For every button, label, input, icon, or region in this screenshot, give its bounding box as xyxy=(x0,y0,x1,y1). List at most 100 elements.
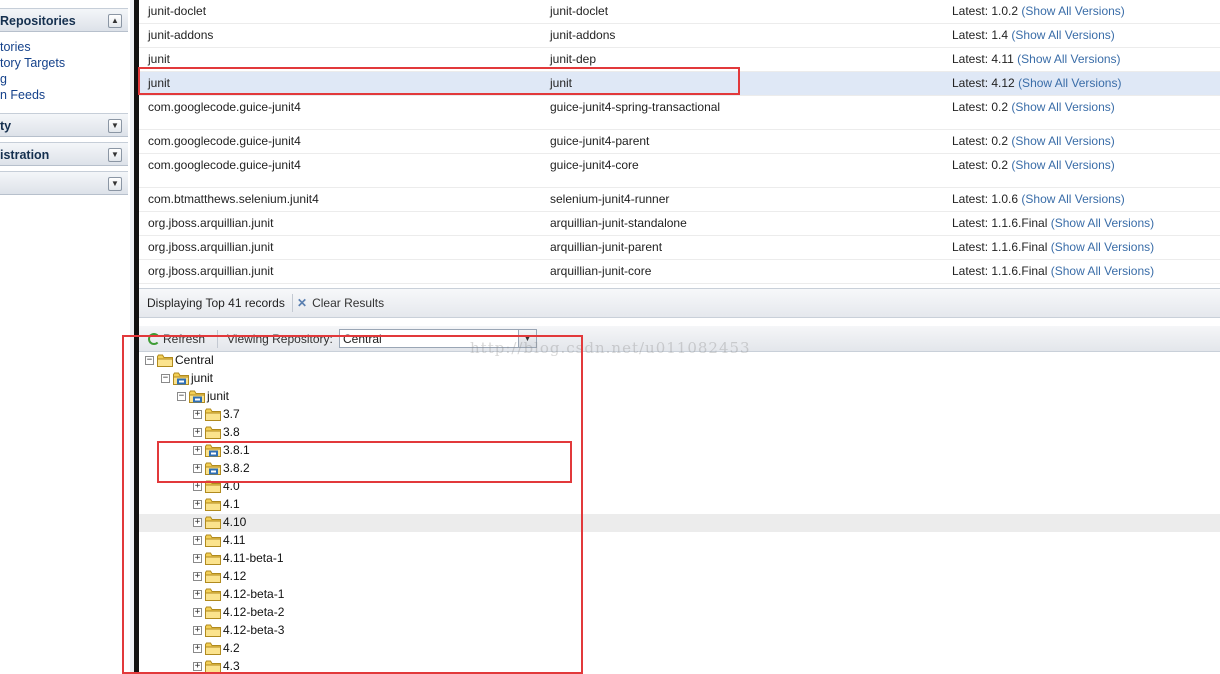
nav-link-repository-targets[interactable]: tory Targets xyxy=(0,56,65,70)
table-row[interactable]: org.jboss.arquillian.junit arquillian-jun… xyxy=(139,236,1220,260)
show-all-versions-link[interactable]: (Show All Versions) xyxy=(1017,52,1120,66)
expand-icon[interactable]: + xyxy=(193,572,202,581)
tree-node[interactable]: +4.1 xyxy=(139,496,1220,514)
show-all-versions-link[interactable]: (Show All Versions) xyxy=(1011,134,1114,148)
tree-node-label[interactable]: 4.11 xyxy=(223,533,245,547)
tree-node[interactable]: +3.8.2 xyxy=(139,460,1220,478)
tree-node-label[interactable]: 3.7 xyxy=(223,407,240,421)
show-all-versions-link[interactable]: (Show All Versions) xyxy=(1011,158,1114,172)
collapsed-section-header[interactable]: ▼ xyxy=(0,171,128,195)
nav-link-repositories[interactable]: tories xyxy=(0,40,31,54)
show-all-versions-link[interactable]: (Show All Versions) xyxy=(1051,240,1154,254)
show-all-versions-link[interactable]: (Show All Versions) xyxy=(1021,192,1124,206)
show-all-versions-link[interactable]: (Show All Versions) xyxy=(1021,4,1124,18)
tree-node-label[interactable]: 4.12-beta-3 xyxy=(223,623,284,637)
tree-node-label[interactable]: 4.11-beta-1 xyxy=(223,551,284,565)
tree-node[interactable]: +3.8 xyxy=(139,424,1220,442)
expand-icon[interactable]: + xyxy=(193,518,202,527)
tree-node[interactable]: +4.12-beta-1 xyxy=(139,586,1220,604)
expand-icon[interactable]: + xyxy=(193,428,202,437)
tree-node[interactable]: +4.2 xyxy=(139,640,1220,658)
tree-node[interactable]: +4.10 xyxy=(139,514,1220,532)
clear-results-button[interactable]: ✕ Clear Results xyxy=(297,296,384,310)
repositories-header-label: Repositories xyxy=(0,14,76,28)
security-header[interactable]: ty ▼ xyxy=(0,113,128,137)
tree-node-label[interactable]: 4.1 xyxy=(223,497,240,511)
tree-node-label[interactable]: 3.8.2 xyxy=(223,461,250,475)
latest-version-value: 1.4 xyxy=(991,28,1009,42)
tree-node-label[interactable]: Central xyxy=(175,353,214,367)
tree-node-label[interactable]: 4.2 xyxy=(223,641,240,655)
tree-node[interactable]: +4.3 xyxy=(139,658,1220,674)
expand-icon[interactable]: + xyxy=(193,590,202,599)
panel-gap xyxy=(139,318,1220,326)
tree-node[interactable]: +4.11 xyxy=(139,532,1220,550)
group-id-cell: com.btmatthews.selenium.junit4 xyxy=(148,192,319,206)
tree-node[interactable]: +3.8.1 xyxy=(139,442,1220,460)
expand-icon[interactable]: + xyxy=(193,554,202,563)
table-row[interactable]: org.jboss.arquillian.junit arquillian-jun… xyxy=(139,260,1220,284)
table-row[interactable]: com.googlecode.guice-junit4 guice-junit4-… xyxy=(139,96,1220,130)
latest-version-cell: Latest: 4.11 (Show All Versions) xyxy=(952,52,1121,66)
expand-icon[interactable]: + xyxy=(193,626,202,635)
table-row[interactable]: org.jboss.arquillian.junit arquillian-jun… xyxy=(139,212,1220,236)
tree-node-label[interactable]: 4.12-beta-2 xyxy=(223,605,284,619)
tree-node-label[interactable]: junit xyxy=(191,371,213,385)
expand-down-icon[interactable]: ▼ xyxy=(108,177,122,191)
table-row[interactable]: junit junit-dep Latest: 4.11 (Show All Ver… xyxy=(139,48,1220,72)
show-all-versions-link[interactable]: (Show All Versions) xyxy=(1051,264,1154,278)
expand-icon[interactable]: + xyxy=(193,536,202,545)
tree-node[interactable]: +4.11-beta-1 xyxy=(139,550,1220,568)
expand-icon[interactable]: + xyxy=(193,410,202,419)
expand-icon[interactable]: + xyxy=(193,464,202,473)
repositories-header[interactable]: Repositories ▲ xyxy=(0,8,128,32)
table-row[interactable]: junit-addons junit-addons Latest: 1.4 (Sho… xyxy=(139,24,1220,48)
tree-node-label[interactable]: 3.8 xyxy=(223,425,240,439)
tree-node[interactable]: +4.0 xyxy=(139,478,1220,496)
show-all-versions-link[interactable]: (Show All Versions) xyxy=(1011,28,1114,42)
tree-node-label[interactable]: 4.0 xyxy=(223,479,240,493)
tree-node[interactable]: − junit xyxy=(139,370,1220,388)
tree-node[interactable]: +3.7 xyxy=(139,406,1220,424)
tree-node-label[interactable]: 4.10 xyxy=(223,515,246,529)
latest-prefix: Latest: xyxy=(952,134,992,148)
tree-node-label[interactable]: 3.8.1 xyxy=(223,443,250,457)
show-all-versions-link[interactable]: (Show All Versions) xyxy=(1011,100,1114,114)
nav-link-logging[interactable]: g xyxy=(0,72,7,86)
expand-down-icon[interactable]: ▼ xyxy=(108,119,122,133)
tree-node-label[interactable]: 4.3 xyxy=(223,659,240,673)
tree-node-label[interactable]: junit xyxy=(207,389,229,403)
expand-down-icon[interactable]: ▼ xyxy=(108,148,122,162)
table-row[interactable]: com.googlecode.guice-junit4 guice-junit4-… xyxy=(139,154,1220,188)
table-row[interactable]: com.btmatthews.selenium.junit4 selenium-j… xyxy=(139,188,1220,212)
expand-icon[interactable]: + xyxy=(193,482,202,491)
latest-version-cell: Latest: 1.1.6.Final (Show All Versions) xyxy=(952,240,1154,254)
latest-prefix: Latest: xyxy=(952,158,992,172)
expand-icon[interactable]: + xyxy=(193,608,202,617)
tree-node[interactable]: +4.12-beta-3 xyxy=(139,622,1220,640)
tree-node[interactable]: +4.12-beta-2 xyxy=(139,604,1220,622)
tree-node[interactable]: +4.12 xyxy=(139,568,1220,586)
tree-node-label[interactable]: 4.12-beta-1 xyxy=(223,587,284,601)
table-row[interactable]: junit junit Latest: 4.12 (Show All Version… xyxy=(139,72,1220,96)
collapse-up-icon[interactable]: ▲ xyxy=(108,14,122,28)
administration-header[interactable]: istration ▼ xyxy=(0,142,128,166)
table-row[interactable]: junit-doclet junit-doclet Latest: 1.0.2 (S… xyxy=(139,0,1220,24)
expand-icon[interactable]: + xyxy=(193,500,202,509)
collapse-icon[interactable]: − xyxy=(161,374,170,383)
records-count-text: Displaying Top 41 records xyxy=(147,296,285,310)
nav-link-system-feeds[interactable]: n Feeds xyxy=(0,88,45,102)
expand-icon[interactable]: + xyxy=(193,446,202,455)
collapse-icon[interactable]: − xyxy=(177,392,186,401)
tree-node-label[interactable]: 4.12 xyxy=(223,569,246,583)
expand-icon[interactable]: + xyxy=(193,644,202,653)
artifact-id-cell: junit xyxy=(550,76,573,90)
show-all-versions-link[interactable]: (Show All Versions) xyxy=(1051,216,1154,230)
expand-icon[interactable]: + xyxy=(193,662,202,671)
collapse-icon[interactable]: − xyxy=(145,356,154,365)
refresh-button[interactable]: Refresh xyxy=(148,332,205,346)
table-row[interactable]: com.googlecode.guice-junit4 guice-junit4-… xyxy=(139,130,1220,154)
show-all-versions-link[interactable]: (Show All Versions) xyxy=(1018,76,1121,90)
tree-node[interactable]: − junit xyxy=(139,388,1220,406)
repository-tree: − Central − junit − junit +3.7 +3.8 +3.8.1 +3.8.2… xyxy=(139,352,1220,674)
